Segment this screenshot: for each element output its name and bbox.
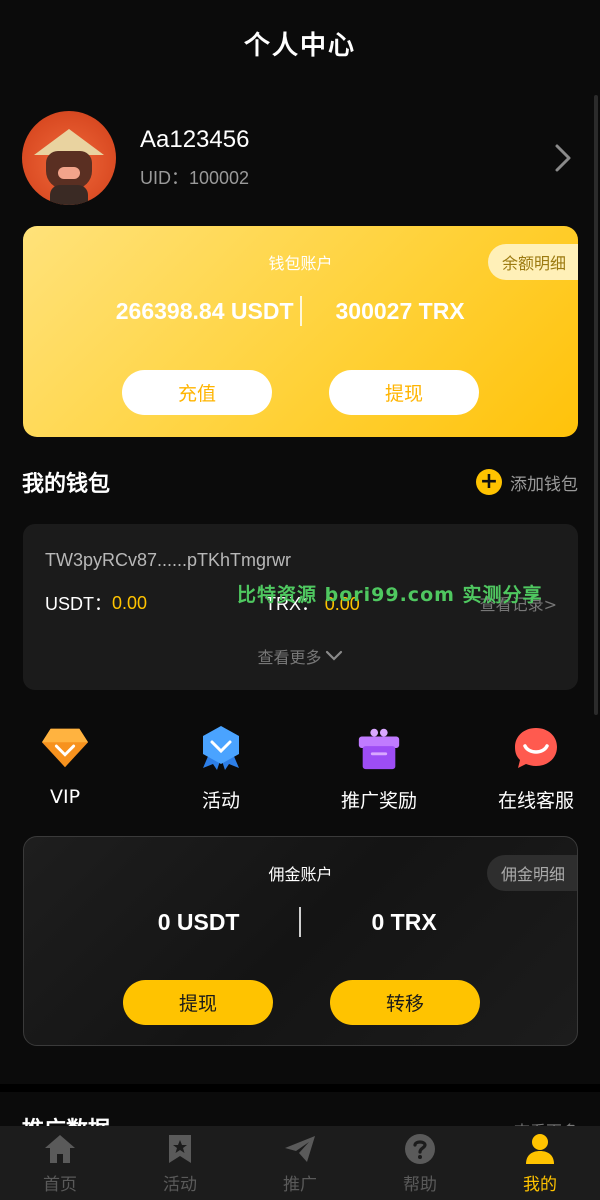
watermark: 比特资源 bori99.com 实测分享 (237, 584, 543, 606)
tab-label: 活动 (163, 1174, 197, 1195)
wallet-account-card: 钱包账户 余额明细 266398.84 USDT 300027 TRX 充值 提… (23, 226, 578, 437)
user-id: UID：100002 (140, 168, 250, 188)
chat-bubble-icon (512, 724, 560, 772)
withdraw-button[interactable]: 提现 (329, 370, 479, 415)
username: Aa123456 (140, 126, 250, 153)
tab-label: 首页 (43, 1174, 77, 1195)
profile-row[interactable]: Aa123456 UID：100002 (22, 110, 578, 206)
tab-promotion[interactable]: 推广 (240, 1126, 360, 1200)
commission-transfer-button[interactable]: 转移 (330, 980, 480, 1025)
quick-action-vip[interactable]: VIP (0, 724, 130, 808)
help-icon (403, 1132, 437, 1166)
plus-icon: + (476, 469, 502, 495)
tab-mine[interactable]: 我的 (480, 1126, 600, 1200)
scrollbar[interactable] (594, 95, 598, 715)
balance-detail-button[interactable]: 余额明细 (487, 244, 578, 280)
user-icon (523, 1132, 557, 1166)
gift-icon (355, 724, 403, 772)
tab-help[interactable]: 帮助 (360, 1126, 480, 1200)
quick-action-label: 活动 (201, 790, 240, 812)
wallet-usdt-balance: 266398.84 USDT (115, 297, 294, 324)
add-wallet-label: 添加钱包 (510, 474, 578, 495)
wallet-item-card[interactable]: TW3pyRCv87......pTKhTmgrwr USDT： 0.00 TR… (23, 524, 578, 690)
wallet-address: TW3pyRCv87......pTKhTmgrwr (45, 550, 292, 570)
quick-action-label: VIP (49, 786, 81, 808)
usdt-label: USDT： (45, 594, 112, 614)
tab-label: 推广 (283, 1174, 317, 1195)
view-more-label: 查看更多 (257, 648, 322, 667)
quick-action-activity[interactable]: 活动 (156, 724, 286, 813)
my-wallet-header: 我的钱包 + 添加钱包 (22, 466, 578, 498)
bottom-tab-bar: 首页 活动 推广 帮助 我的 (0, 1126, 600, 1200)
top-bar: 个人中心 (0, 0, 600, 92)
commission-trx-balance: 0 TRX (371, 908, 437, 935)
quick-action-label: 在线客服 (497, 790, 574, 812)
tab-label: 我的 (523, 1174, 557, 1195)
quick-actions: VIP 活动 推广奖励 在线客服 (0, 724, 600, 814)
view-more-button[interactable]: 查看更多 (23, 644, 578, 668)
wallet-trx-balance: 300027 TRX (335, 297, 465, 324)
usdt-value: 0.00 (112, 592, 148, 613)
chevron-down-icon (325, 650, 342, 661)
quick-action-promo-reward[interactable]: 推广奖励 (314, 724, 444, 813)
chevron-right-icon[interactable] (548, 138, 578, 178)
tab-label: 帮助 (403, 1174, 437, 1195)
commission-usdt-balance: 0 USDT (157, 908, 240, 935)
deposit-button[interactable]: 充值 (122, 370, 272, 415)
commission-account-card: 佣金账户 佣金明细 0 USDT 0 TRX 提现 转移 (23, 836, 578, 1046)
activity-badge-icon (197, 724, 245, 772)
home-icon (43, 1132, 77, 1166)
commission-detail-button[interactable]: 佣金明细 (486, 855, 577, 891)
commission-withdraw-button[interactable]: 提现 (123, 980, 273, 1025)
avatar[interactable] (22, 111, 116, 205)
paper-plane-icon (283, 1132, 317, 1166)
quick-action-label: 推广奖励 (340, 790, 417, 812)
quick-action-customer-service[interactable]: 在线客服 (471, 724, 600, 813)
vip-diamond-icon (41, 724, 89, 772)
tab-activity[interactable]: 活动 (120, 1126, 240, 1200)
section-divider (0, 1084, 600, 1092)
tab-home[interactable]: 首页 (0, 1126, 120, 1200)
my-wallet-title: 我的钱包 (22, 472, 111, 497)
add-wallet-button[interactable]: + 添加钱包 (476, 469, 578, 495)
page-title: 个人中心 (243, 30, 356, 61)
star-bookmark-icon (163, 1132, 197, 1166)
